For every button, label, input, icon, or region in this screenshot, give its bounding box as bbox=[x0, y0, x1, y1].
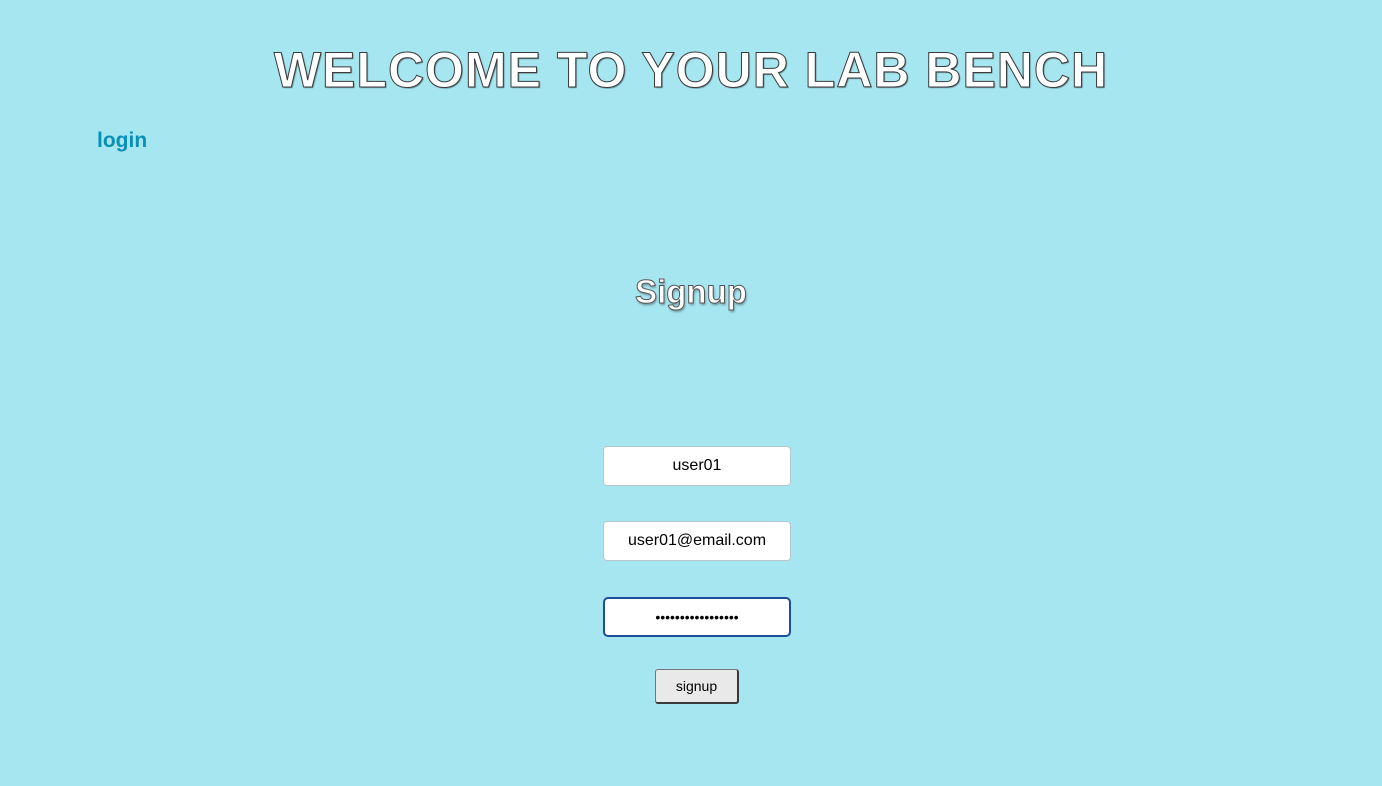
email-input[interactable] bbox=[603, 521, 791, 561]
username-input[interactable] bbox=[603, 446, 791, 486]
signup-heading: Signup bbox=[635, 273, 748, 311]
password-input[interactable] bbox=[603, 597, 791, 637]
login-link[interactable]: login bbox=[97, 128, 147, 154]
page-title: WELCOME TO YOUR LAB BENCH bbox=[273, 42, 1109, 99]
signup-button[interactable]: signup bbox=[655, 669, 739, 704]
